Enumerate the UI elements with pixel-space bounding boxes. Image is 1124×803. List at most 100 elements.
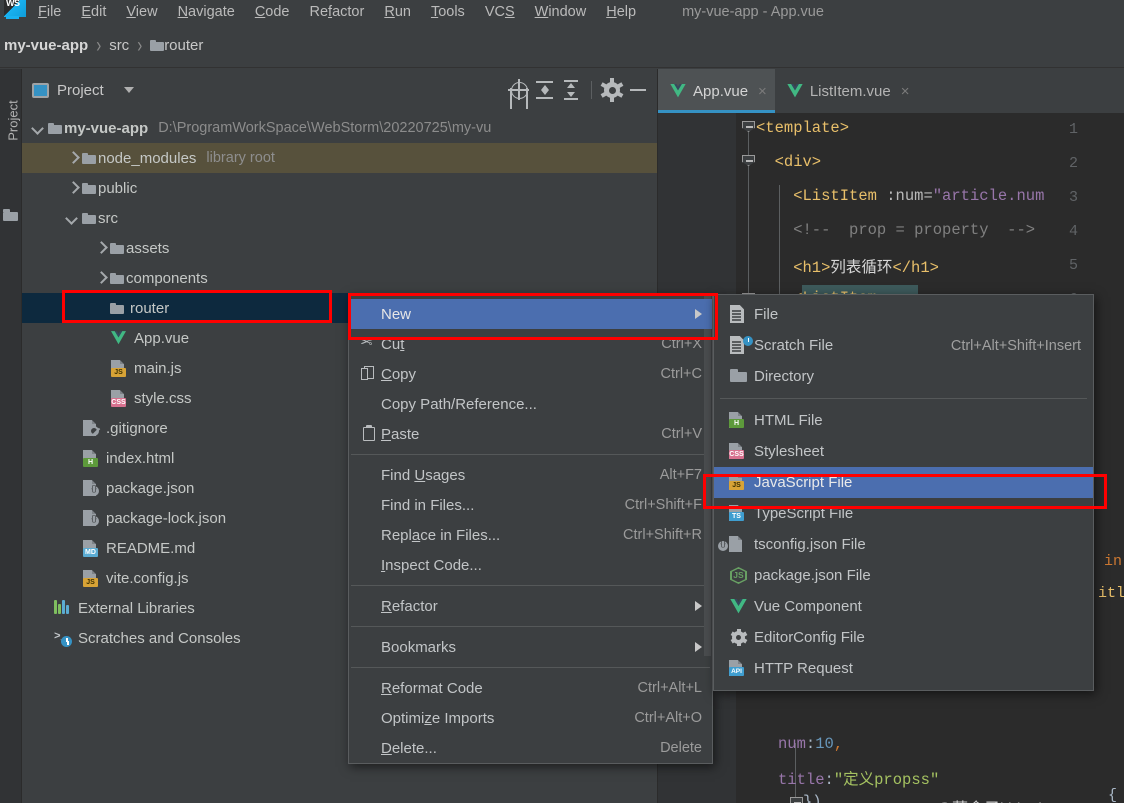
folder-icon [82, 212, 96, 224]
menu-item-refactor[interactable]: Refactor [300, 0, 375, 24]
expand-all-icon[interactable] [532, 77, 558, 103]
submenu-label: Scratch File [754, 337, 834, 354]
submenu-label: Vue Component [754, 598, 862, 615]
context-menu-shortcut: Alt+F7 [659, 467, 702, 483]
submenu-item-directory[interactable]: Directory [714, 361, 1093, 392]
directory-icon [730, 369, 747, 382]
context-menu-item-refactor[interactable]: Refactor [349, 591, 712, 621]
line-number: 2 [1068, 155, 1078, 172]
submenu-item-http-request[interactable]: API HTTP Request [714, 653, 1093, 684]
chevron-down-icon[interactable] [32, 122, 44, 134]
menu-bar: File Edit View Navigate Code Refactor Ru… [0, 0, 1124, 24]
menu-item-view[interactable]: View [116, 0, 167, 24]
chevron-right-icon[interactable] [94, 272, 106, 284]
js-file-icon: JS [110, 359, 127, 377]
menu-divider [720, 398, 1087, 399]
submenu-item-file[interactable]: File [714, 299, 1093, 330]
project-window-icon [32, 82, 49, 98]
context-menu-label: Paste [381, 425, 420, 443]
context-menu-label: Inspect Code... [381, 556, 482, 574]
chevron-right-icon[interactable] [66, 182, 78, 194]
new-submenu: File Scratch File Ctrl+Alt+Shift+Insert … [713, 294, 1094, 691]
context-menu-item-copy-path-reference[interactable]: Copy Path/Reference... [349, 389, 712, 419]
context-menu-item-delete[interactable]: Delete... Delete [349, 733, 712, 763]
tree-node-label: node_modules [98, 149, 197, 167]
context-menu-item-cut[interactable]: Cut Ctrl+X [349, 329, 712, 359]
context-menu-item-inspect-code[interactable]: Inspect Code... [349, 550, 712, 580]
submenu-item-package-json-file[interactable]: JS package.json File [714, 560, 1093, 591]
tab-listitem-vue[interactable]: ListItem.vue × [775, 69, 918, 113]
locate-icon[interactable] [506, 77, 532, 103]
context-menu-item-find-in-files[interactable]: Find in Files... Ctrl+Shift+F [349, 490, 712, 520]
css-file-icon: CSS [110, 389, 127, 407]
menu-item-navigate[interactable]: Navigate [168, 0, 245, 24]
breadcrumb-router[interactable]: router [164, 37, 203, 54]
context-menu-label: Find Usages [381, 466, 466, 484]
tree-node-label: External Libraries [78, 599, 195, 617]
menu-item-edit[interactable]: Edit [71, 0, 116, 24]
tab-app-vue[interactable]: App.vue × [658, 69, 775, 113]
breadcrumb-project[interactable]: my-vue-app [4, 37, 88, 54]
submenu-item-vue-component[interactable]: Vue Component [714, 591, 1093, 622]
tree-node-components[interactable]: components [22, 263, 657, 293]
tree-node-node-modules[interactable]: node_modules library root [22, 143, 657, 173]
folder-icon [48, 122, 62, 134]
submenu-item-javascript-file[interactable]: JS JavaScript File [714, 467, 1093, 498]
context-menu-item-paste[interactable]: Paste Ctrl+V [349, 419, 712, 449]
menu-item-tools[interactable]: Tools [421, 0, 475, 24]
menu-divider [351, 585, 710, 586]
menu-item-file[interactable]: File [28, 0, 71, 24]
md-file-icon: MD [82, 539, 99, 557]
collapse-all-icon[interactable] [558, 77, 584, 103]
settings-gear-icon[interactable] [599, 77, 625, 103]
fold-marker[interactable] [790, 797, 804, 803]
context-menu-item-new[interactable]: New [349, 299, 712, 329]
tree-node-public[interactable]: public [22, 173, 657, 203]
context-menu-item-reformat-code[interactable]: Reformat Code Ctrl+Alt+L [349, 673, 712, 703]
submenu-item-tsconfig-json-file[interactable]: tsconfig.json File [714, 529, 1093, 560]
menu-item-window[interactable]: Window [525, 0, 597, 24]
submenu-item-typescript-file[interactable]: TS TypeScript File [714, 498, 1093, 529]
tree-node-label: package.json [106, 479, 195, 497]
menu-item-code[interactable]: Code [245, 0, 300, 24]
context-menu-item-bookmarks[interactable]: Bookmarks [349, 632, 712, 662]
project-panel-header: Project [22, 69, 657, 111]
submenu-item-scratch-file[interactable]: Scratch File Ctrl+Alt+Shift+Insert [714, 330, 1093, 361]
context-menu-label: Copy [381, 365, 417, 383]
context-menu-item-replace-in-files[interactable]: Replace in Files... Ctrl+Shift+R [349, 520, 712, 550]
context-menu-item-copy[interactable]: Copy Ctrl+C [349, 359, 712, 389]
tree-node-assets[interactable]: assets [22, 233, 657, 263]
folder-icon [110, 242, 124, 254]
tree-node-my-vue-app[interactable]: my-vue-app D:\ProgramWorkSpace\WebStorm\… [22, 113, 657, 143]
context-menu-label: Replace in Files... [381, 526, 501, 544]
submenu-label: package.json File [754, 567, 871, 584]
json-file-icon [82, 509, 99, 527]
context-menu-label: Optimize Imports [381, 709, 495, 727]
submenu-item-stylesheet[interactable]: CSS Stylesheet [714, 436, 1093, 467]
submenu-item-editorconfig-file[interactable]: EditorConfig File [714, 622, 1093, 653]
submenu-label: TypeScript File [754, 505, 854, 522]
minimize-icon[interactable] [625, 77, 651, 103]
chevron-right-icon[interactable] [94, 242, 106, 254]
submenu-item-html-file[interactable]: H HTML File [714, 405, 1093, 436]
menu-item-vcs[interactable]: VCS [475, 0, 525, 24]
context-menu-shortcut: Ctrl+C [660, 366, 703, 382]
tool-window-button-project[interactable]: Project [6, 91, 21, 151]
menu-item-help[interactable]: Help [596, 0, 646, 24]
fold-marker[interactable] [742, 155, 756, 169]
chevron-down-icon[interactable] [123, 87, 134, 93]
breadcrumb-src[interactable]: src [109, 37, 129, 54]
menu-item-run[interactable]: Run [374, 0, 421, 24]
chevron-right-icon[interactable] [66, 152, 78, 164]
tree-node-src[interactable]: src [22, 203, 657, 233]
submenu-label: tsconfig.json File [754, 536, 866, 553]
context-menu-item-optimize-imports[interactable]: Optimize Imports Ctrl+Alt+O [349, 703, 712, 733]
fold-marker[interactable] [742, 121, 756, 135]
context-menu-item-find-usages[interactable]: Find Usages Alt+F7 [349, 460, 712, 490]
close-icon[interactable]: × [901, 83, 910, 100]
chevron-down-icon[interactable] [66, 212, 78, 224]
tree-node-label: .gitignore [106, 419, 168, 437]
close-icon[interactable]: × [758, 83, 767, 100]
folder-icon [110, 302, 124, 314]
scissors-icon [360, 335, 378, 353]
